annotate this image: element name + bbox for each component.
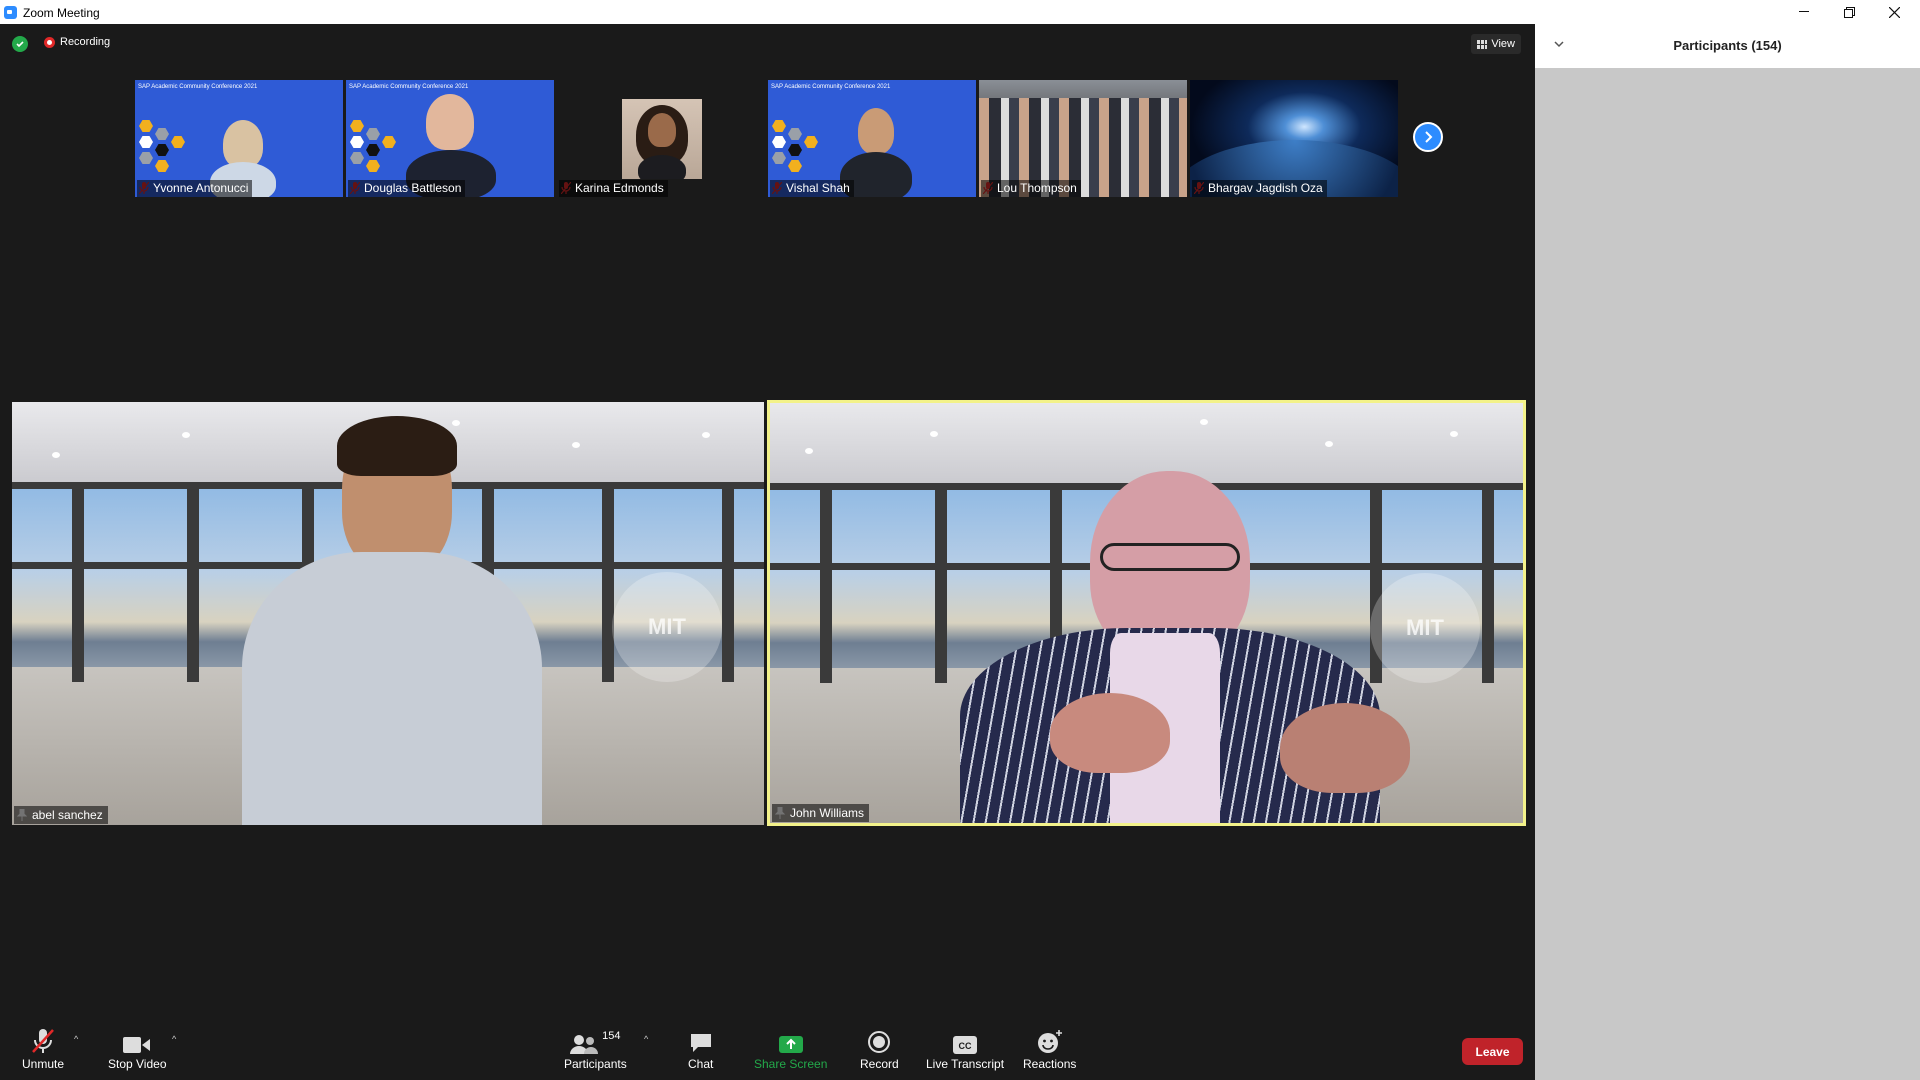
reactions-button[interactable]: Reactions	[1023, 1028, 1076, 1071]
participant-thumb-karina[interactable]: Karina Edmonds	[557, 80, 765, 197]
window-title: Zoom Meeting	[23, 6, 100, 20]
mit-watermark: MIT	[1370, 573, 1480, 683]
grid-view-icon	[1477, 39, 1488, 49]
video-tile-abel-sanchez[interactable]: MIT abel sanchez	[12, 402, 764, 825]
sap-slide-text: SAP Academic Community Conference 2021	[138, 84, 258, 90]
leave-button[interactable]: Leave	[1462, 1038, 1523, 1065]
participant-thumb-lou[interactable]: Lou Thompson	[979, 80, 1187, 197]
stop-video-button[interactable]: Stop Video	[108, 1028, 167, 1071]
participant-face	[858, 108, 894, 154]
recording-dot-icon	[44, 36, 55, 48]
closed-captions-icon: CC	[953, 1036, 978, 1054]
meeting-toolbar: Unmute ^ Stop Video ^ 154 Participants ^…	[0, 1020, 1535, 1080]
video-camera-icon	[123, 1037, 151, 1053]
speaker-glasses	[1100, 543, 1240, 571]
minimize-button[interactable]	[1781, 0, 1827, 24]
participant-avatar	[622, 99, 702, 179]
minimize-icon	[1799, 11, 1809, 12]
reactions-emoji-icon	[1037, 1030, 1062, 1053]
close-icon	[1888, 6, 1900, 18]
video-tile-john-williams[interactable]: MIT John Williams	[767, 400, 1526, 826]
next-page-button[interactable]	[1413, 122, 1443, 152]
participant-name: Karina Edmonds	[559, 180, 668, 197]
audio-options-chevron-icon[interactable]: ^	[74, 1034, 78, 1044]
participants-icon	[570, 1035, 599, 1054]
speaker-hand-left	[1050, 693, 1170, 773]
view-label: View	[1491, 38, 1515, 50]
stop-video-label: Stop Video	[108, 1057, 167, 1071]
participant-thumb-yvonne[interactable]: SAP Academic Community Conference 2021 Y…	[135, 80, 343, 197]
sap-slide-text: SAP Academic Community Conference 2021	[349, 84, 469, 90]
video-options-chevron-icon[interactable]: ^	[172, 1034, 176, 1044]
chat-label: Chat	[688, 1057, 714, 1071]
mit-watermark: MIT	[612, 572, 722, 682]
recording-indicator[interactable]: Recording	[44, 36, 110, 48]
recording-label: Recording	[60, 36, 111, 48]
chat-button[interactable]: Chat	[688, 1028, 713, 1071]
participants-options-chevron-icon[interactable]: ^	[644, 1034, 648, 1044]
participant-face	[223, 120, 263, 168]
chat-bubble-icon	[690, 1034, 711, 1052]
participant-thumb-douglas[interactable]: SAP Academic Community Conference 2021 D…	[346, 80, 554, 197]
live-transcript-label: Live Transcript	[926, 1057, 1005, 1071]
share-screen-icon	[778, 1036, 803, 1053]
participants-panel-title: Participants (154)	[1673, 38, 1782, 53]
svg-text:CC: CC	[959, 1041, 972, 1051]
participant-name: Bhargav Jagdish Oza	[1192, 180, 1327, 197]
unmute-button[interactable]: Unmute	[22, 1028, 64, 1071]
chevron-right-icon	[1425, 131, 1433, 143]
participant-face	[426, 94, 474, 150]
participants-button[interactable]: 154 Participants	[564, 1028, 627, 1071]
participants-panel-header: Participants (154)	[1535, 24, 1920, 68]
encryption-shield-icon[interactable]	[12, 36, 28, 52]
unmute-label: Unmute	[22, 1057, 65, 1071]
participant-thumb-bhargav[interactable]: Bhargav Jagdish Oza	[1190, 80, 1398, 197]
speaker-hair	[337, 416, 457, 476]
speaker-body	[242, 552, 542, 825]
participant-name: Yvonne Antonucci	[137, 180, 253, 197]
live-transcript-button[interactable]: CC Live Transcript	[926, 1028, 1004, 1071]
participant-name: Douglas Battleson	[348, 180, 466, 197]
reactions-label: Reactions	[1023, 1057, 1077, 1071]
participants-count: 154	[602, 1030, 621, 1042]
participant-name: Lou Thompson	[981, 180, 1081, 197]
close-window-button[interactable]	[1871, 0, 1917, 24]
participants-panel: Participants (154)	[1535, 24, 1920, 1080]
record-icon	[868, 1031, 891, 1053]
sap-slide-text: SAP Academic Community Conference 2021	[771, 84, 891, 90]
record-button[interactable]: Record	[860, 1028, 899, 1071]
restore-button[interactable]	[1826, 0, 1872, 24]
share-screen-button[interactable]: Share Screen	[754, 1028, 827, 1071]
zoom-logo-icon	[4, 6, 17, 19]
view-button[interactable]: View	[1471, 34, 1521, 54]
participant-name: Vishal Shah	[770, 180, 854, 197]
participants-label: Participants	[564, 1057, 627, 1071]
meeting-area: Recording View SAP Academic Community Co…	[0, 24, 1535, 1080]
muted-mic-icon	[32, 1029, 54, 1053]
restore-icon	[1843, 6, 1855, 18]
share-screen-label: Share Screen	[754, 1057, 828, 1071]
participant-thumb-vishal[interactable]: SAP Academic Community Conference 2021 V…	[768, 80, 976, 197]
speaker-name: John Williams	[772, 804, 870, 822]
record-label: Record	[860, 1057, 899, 1071]
speaker-name: abel sanchez	[14, 806, 108, 824]
speaker-hand-right	[1280, 703, 1410, 793]
title-bar: Zoom Meeting	[0, 0, 1920, 24]
